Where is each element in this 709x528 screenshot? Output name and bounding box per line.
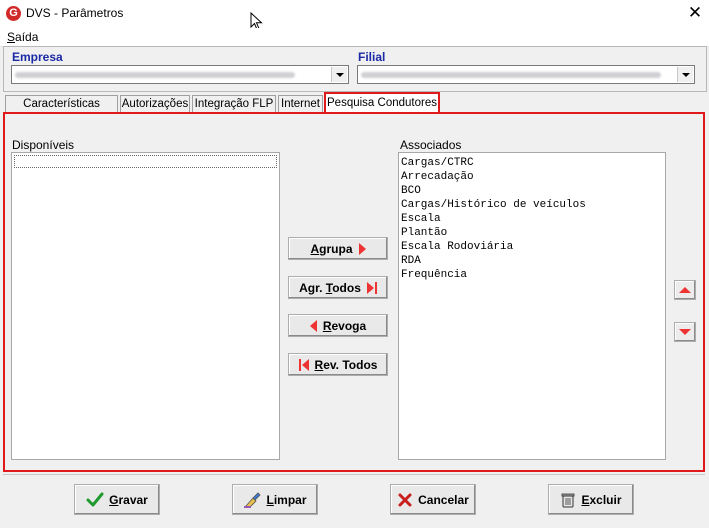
- cancelar-button[interactable]: Cancelar: [390, 484, 476, 515]
- filial-label: Filial: [358, 50, 386, 64]
- revogar-todos-button[interactable]: Rev. Todos: [288, 353, 388, 376]
- list-item[interactable]: Frequência: [401, 268, 665, 282]
- list-item[interactable]: RDA: [401, 254, 665, 268]
- excluir-mnemonic: E: [581, 492, 590, 507]
- arrow-right-end-icon: [366, 281, 377, 294]
- close-button[interactable]: ✕: [684, 3, 706, 23]
- limpar-text: impar: [273, 492, 307, 507]
- limpar-mnemonic: L: [266, 492, 274, 507]
- revoga-text: evoga: [331, 318, 367, 333]
- empresa-label: Empresa: [12, 50, 63, 64]
- empresa-dropdown-arrow-icon[interactable]: [331, 67, 347, 82]
- filial-value-redacted: [361, 72, 661, 78]
- cancelar-text: Cancelar: [418, 492, 469, 507]
- rev-todos-text: ev. Todos: [323, 357, 378, 372]
- list-item[interactable]: Arrecadação: [401, 170, 665, 184]
- tab-pesquisa-condutores[interactable]: Pesquisa Condutores: [324, 92, 440, 113]
- agr-todos-text: odos: [332, 280, 361, 295]
- eraser-brush-icon: [244, 491, 262, 508]
- checkmark-icon: [86, 492, 104, 506]
- list-item[interactable]: Plantão: [401, 226, 665, 240]
- agrupa-mnemonic: A: [310, 241, 320, 256]
- limpar-button[interactable]: Limpar: [232, 484, 318, 515]
- menu-saida-text: aída: [15, 30, 39, 44]
- gravar-button[interactable]: Gravar: [74, 484, 160, 515]
- app-logo-icon: G: [6, 6, 21, 21]
- list-item[interactable]: Escala Rodoviária: [401, 240, 665, 254]
- move-down-icon: [679, 329, 691, 335]
- excluir-button[interactable]: Excluir: [548, 484, 634, 515]
- trash-icon: [562, 493, 575, 507]
- arrow-left-icon: [309, 319, 317, 332]
- agrupar-todos-button[interactable]: Agr. Todos: [288, 276, 388, 299]
- menu-bar: Saída: [0, 28, 709, 47]
- revoga-button[interactable]: Revoga: [288, 314, 388, 337]
- excluir-text: xcluir: [589, 492, 622, 507]
- filial-combobox[interactable]: [357, 65, 695, 84]
- title-bar: G DVS - Parâmetros ✕: [0, 0, 709, 31]
- window-title: DVS - Parâmetros: [26, 6, 124, 20]
- tab-caracteristicas-gerais[interactable]: Características gerais: [5, 95, 118, 127]
- move-down-button[interactable]: [674, 322, 696, 342]
- tab-autorizacoes[interactable]: Autorizações: [120, 95, 190, 112]
- move-up-button[interactable]: [674, 280, 696, 300]
- associados-label: Associados: [400, 138, 462, 152]
- arrow-right-icon: [358, 242, 366, 255]
- menu-saida-mnemonic: S: [7, 30, 16, 44]
- list-item[interactable]: Cargas/Histórico de veículos: [401, 198, 665, 212]
- list-item[interactable]: Escala: [401, 212, 665, 226]
- associados-list[interactable]: Cargas/CTRC Arrecadação BCO Cargas/Histó…: [398, 152, 666, 460]
- agrupa-button[interactable]: Agrupa: [288, 237, 388, 260]
- empresa-combobox[interactable]: [11, 65, 349, 84]
- list-item[interactable]: Cargas/CTRC: [401, 156, 665, 170]
- agr-todos-prefix: Agr.: [299, 280, 326, 295]
- empresa-value-redacted: [15, 72, 295, 78]
- filial-dropdown-arrow-icon[interactable]: [677, 67, 693, 82]
- agrupa-text: grupa: [319, 241, 353, 256]
- arrow-left-end-icon: [298, 358, 309, 371]
- gravar-text: ravar: [118, 492, 148, 507]
- cancel-x-icon: [398, 493, 412, 506]
- rev-todos-mnemonic: R: [314, 357, 324, 372]
- footer-separator: [3, 474, 705, 475]
- disponiveis-list[interactable]: [11, 152, 280, 460]
- disponiveis-label: Disponíveis: [12, 138, 75, 152]
- move-up-icon: [679, 287, 691, 293]
- disponiveis-focus-row: [14, 155, 277, 168]
- list-item[interactable]: BCO: [401, 184, 665, 198]
- tab-integracao-flp[interactable]: Integração FLP: [192, 95, 276, 112]
- menu-item-saida[interactable]: Saída: [7, 30, 38, 44]
- tab-internet[interactable]: Internet: [278, 95, 323, 112]
